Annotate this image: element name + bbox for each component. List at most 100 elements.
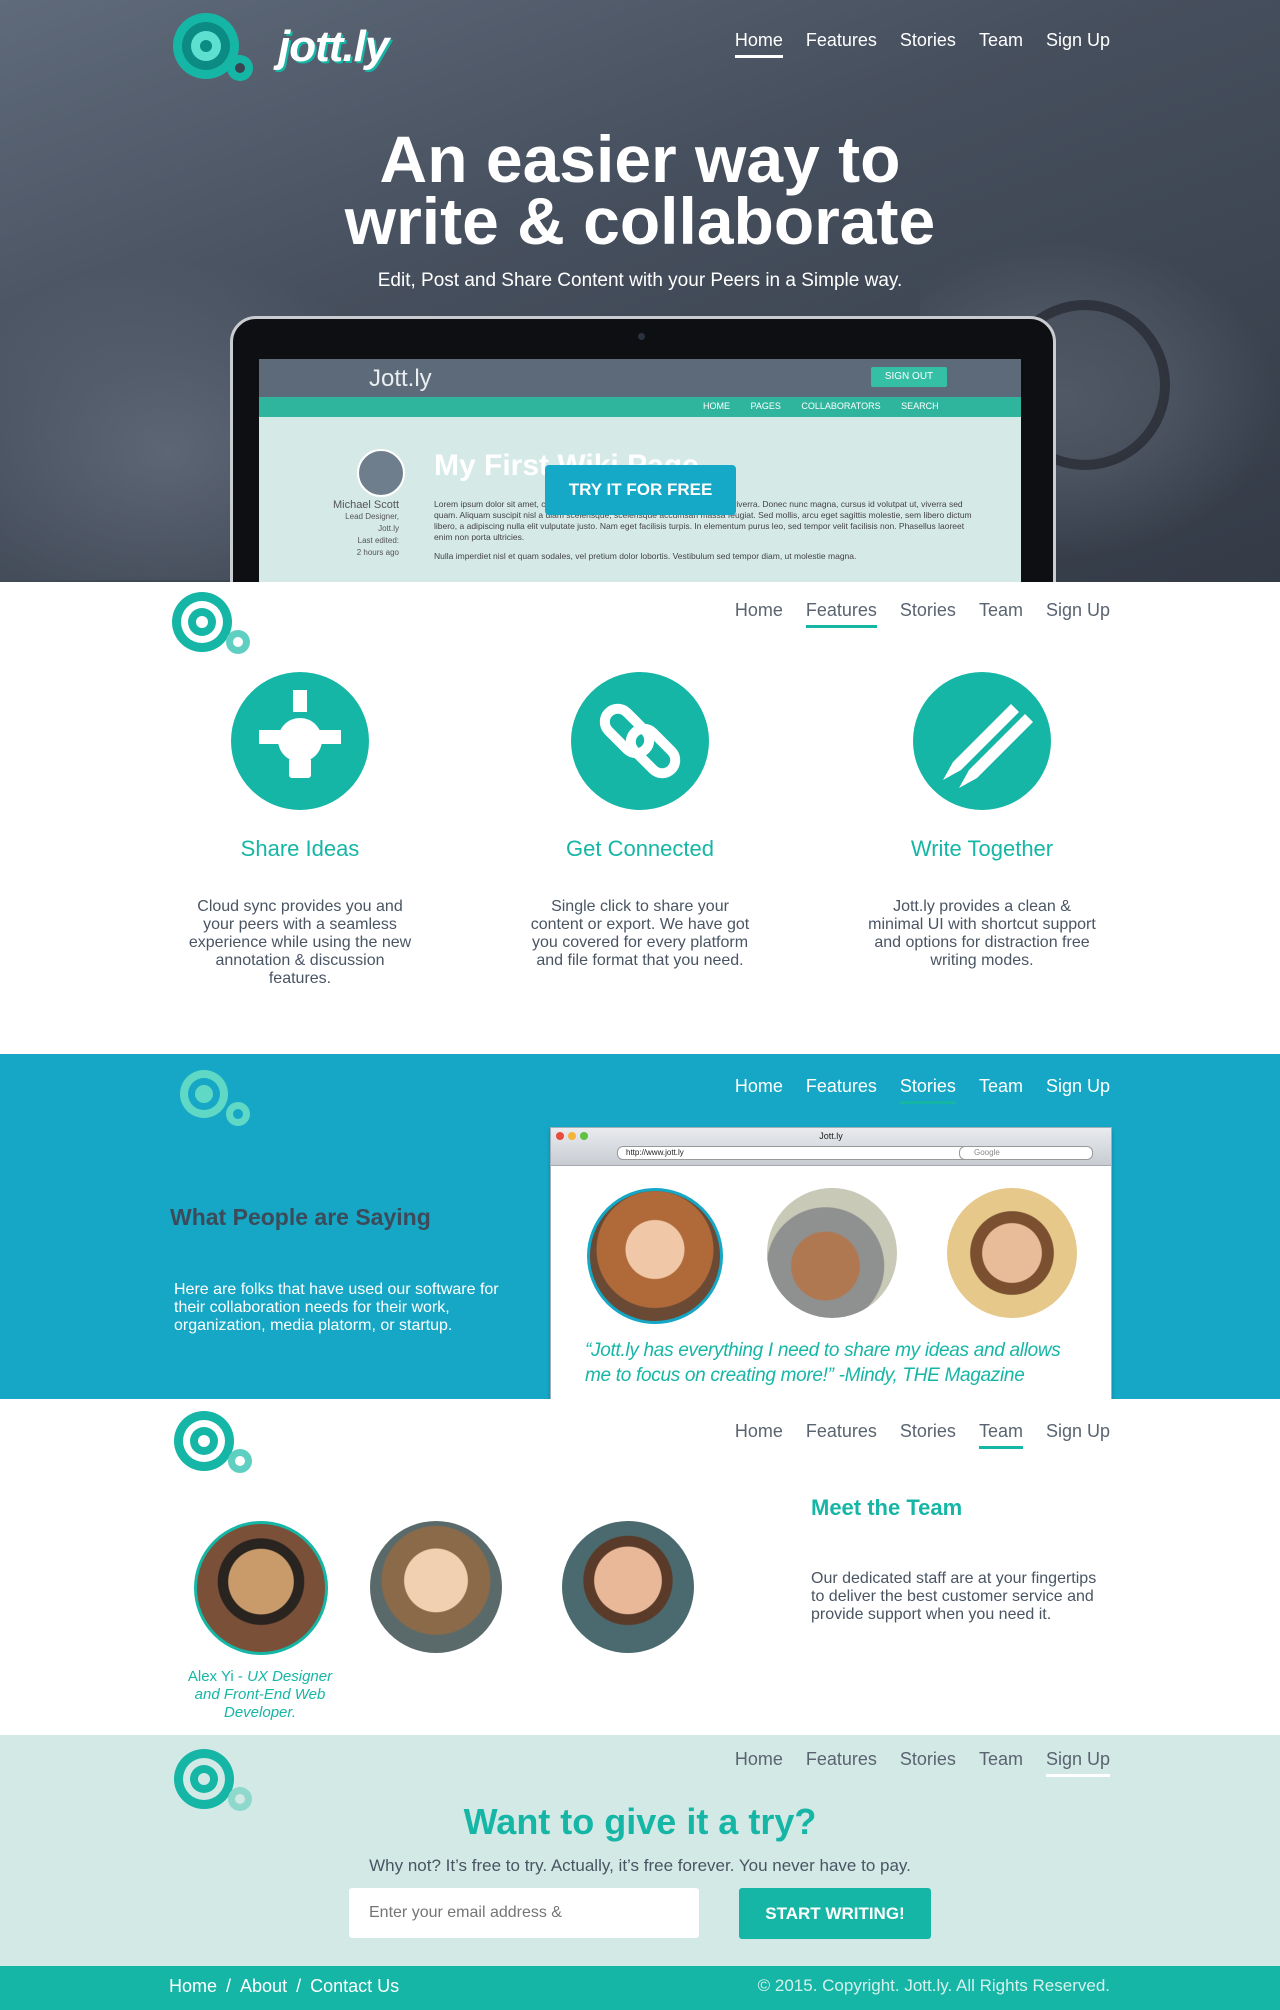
feature-text: Cloud sync provides you and your peers w… (188, 898, 412, 987)
footer-link-home[interactable]: Home (169, 1976, 217, 1996)
team-member-separator: - (233, 1668, 248, 1685)
screen-author: Michael Scott Lead Designer, Jott.ly Las… (299, 499, 399, 559)
nav-signup[interactable]: Sign Up (1045, 1749, 1110, 1777)
nav-stories[interactable]: Stories (900, 1749, 956, 1777)
nav-features[interactable]: Features (806, 30, 877, 58)
nav-home[interactable]: Home (734, 30, 783, 58)
footer-separator: / (296, 1976, 302, 1996)
browser-toolbar: Jott.ly http://www.jott.ly Google (551, 1128, 1111, 1166)
screen-last-edited-value: 2 hours ago (356, 548, 399, 557)
team-text: Our dedicated staff are at your fingerti… (811, 1570, 1097, 1623)
footer-link-about[interactable]: About (240, 1976, 287, 1996)
browser-title: Jott.ly (819, 1131, 843, 1141)
testimonial-quote: “Jott.ly has everything I need to share … (585, 1340, 1061, 1386)
feature-write-together: Write Together Jott.ly provides a clean … (832, 672, 1132, 970)
hero-title: An easier way to write & collaborate (0, 126, 1280, 258)
testimonial-avatar (587, 1188, 723, 1324)
team-member-caption: Alex Yi - UX Designer and Front-End Web … (180, 1668, 340, 1722)
gear-logo-icon[interactable] (170, 1407, 262, 1479)
laptop-mockup: Jott.ly SIGN OUT HOME PAGES COLLABORATOR… (230, 316, 1056, 582)
footer-copyright: © 2015. Copyright. Jott.ly. All Rights R… (757, 1976, 1110, 1995)
screen-menu-item: COLLABORATORS (801, 401, 881, 411)
lightbulb-icon (231, 672, 369, 810)
email-input[interactable] (349, 1888, 699, 1938)
hero-section: jott.ly Home Features Stories Team Sign … (0, 0, 1280, 582)
screen-menu: HOME PAGES COLLABORATORS SEARCH (703, 401, 957, 411)
nav-team[interactable]: Team (979, 600, 1023, 628)
team-member-name: Alex Yi (187, 1668, 234, 1685)
screen-author-role: Lead Designer, (345, 512, 399, 521)
nav-team[interactable]: Team (979, 1076, 1023, 1104)
screen-menu-item: HOME (703, 401, 730, 411)
footer-link-contact[interactable]: Contact Us (310, 1976, 399, 1996)
gear-logo-icon[interactable] (176, 1066, 268, 1138)
hero-title-line-2: write & collaborate (344, 184, 936, 258)
nav-stories[interactable]: Stories (900, 30, 956, 58)
team-member-avatar[interactable] (370, 1521, 502, 1653)
features-nav: Home Features Stories Team Sign Up (712, 600, 1110, 628)
signup-text: Why not? It’s free to try. Actually, it’… (369, 1856, 911, 1875)
screen-last-edited-label: Last edited: (357, 536, 399, 545)
screen-author-name: Michael Scott (332, 499, 399, 511)
nav-home[interactable]: Home (735, 1421, 783, 1449)
nav-team[interactable]: Team (978, 1421, 1023, 1449)
nav-stories[interactable]: Stories (899, 1076, 956, 1104)
footer-links: Home / About / Contact Us (169, 1976, 399, 1997)
nav-stories[interactable]: Stories (900, 600, 956, 628)
feature-title: Share Ideas (240, 836, 360, 861)
nav-stories[interactable]: Stories (900, 1421, 956, 1449)
screen-menu-item: PAGES (750, 401, 781, 411)
screen-author-org: Jott.ly (378, 524, 399, 533)
testimonial-avatar (767, 1188, 897, 1318)
nav-home[interactable]: Home (735, 600, 783, 628)
nav-signup[interactable]: Sign Up (1046, 1076, 1110, 1104)
nav-signup[interactable]: Sign Up (1046, 1421, 1110, 1449)
screen-signout-button: SIGN OUT (871, 367, 947, 387)
try-for-free-button[interactable]: TRY IT FOR FREE (545, 465, 736, 515)
browser-url-bar: http://www.jott.ly (617, 1146, 977, 1160)
team-member-avatar[interactable] (562, 1521, 694, 1653)
stories-section: Home Features Stories Team Sign Up What … (0, 1054, 1280, 1399)
hero-nav: Home Features Stories Team Sign Up (712, 30, 1110, 58)
footer-separator: / (226, 1976, 232, 1996)
feature-title: Get Connected (566, 836, 714, 861)
signup-nav: Home Features Stories Team Sign Up (712, 1749, 1110, 1777)
stories-text: Here are folks that have used our softwa… (174, 1281, 499, 1334)
signup-section: Home Features Stories Team Sign Up Want … (0, 1735, 1280, 1966)
browser-mockup: Jott.ly http://www.jott.ly Google “Jott.… (550, 1127, 1112, 1399)
browser-search-bar: Google (959, 1146, 1093, 1160)
screen-logo: Jott.ly (369, 365, 432, 392)
gear-logo-icon[interactable] (168, 588, 260, 660)
nav-features[interactable]: Features (805, 600, 877, 628)
team-nav: Home Features Stories Team Sign Up (712, 1421, 1110, 1449)
gear-logo-icon[interactable] (170, 10, 270, 86)
stories-heading: What People are Saying (170, 1204, 431, 1230)
nav-signup[interactable]: Sign Up (1046, 600, 1110, 628)
screen-menu-item: SEARCH (901, 401, 939, 411)
chain-link-icon (571, 672, 709, 810)
footer: Home / About / Contact Us © 2015. Copyright.… (0, 1966, 1280, 2010)
nav-features[interactable]: Features (806, 1421, 877, 1449)
nav-home[interactable]: Home (735, 1749, 783, 1777)
features-section: Home Features Stories Team Sign Up Share… (0, 582, 1280, 1054)
feature-title: Write Together (910, 836, 1054, 861)
nav-team[interactable]: Team (979, 30, 1023, 58)
hero-subtitle: Edit, Post and Share Content with your P… (377, 270, 903, 291)
testimonial-avatar (947, 1188, 1077, 1318)
nav-home[interactable]: Home (735, 1076, 783, 1104)
laptop-camera (638, 333, 645, 340)
stories-nav: Home Features Stories Team Sign Up (712, 1076, 1110, 1104)
brand-name[interactable]: jott.ly (278, 22, 389, 72)
start-writing-button[interactable]: START WRITING! (739, 1888, 931, 1939)
screen-paragraph: Nulla imperdiet nisl et quam sodales, ve… (434, 551, 857, 561)
feature-get-connected: Get Connected Single click to share your… (490, 672, 790, 970)
feature-text: Jott.ly provides a clean & minimal UI wi… (868, 898, 1096, 969)
pencils-icon (913, 672, 1051, 810)
team-member-avatar[interactable] (194, 1521, 328, 1655)
feature-text: Single click to share your content or ex… (530, 898, 750, 969)
nav-features[interactable]: Features (806, 1749, 877, 1777)
nav-features[interactable]: Features (806, 1076, 877, 1104)
nav-signup[interactable]: Sign Up (1046, 30, 1110, 58)
screen-avatar (357, 449, 405, 497)
nav-team[interactable]: Team (979, 1749, 1023, 1777)
